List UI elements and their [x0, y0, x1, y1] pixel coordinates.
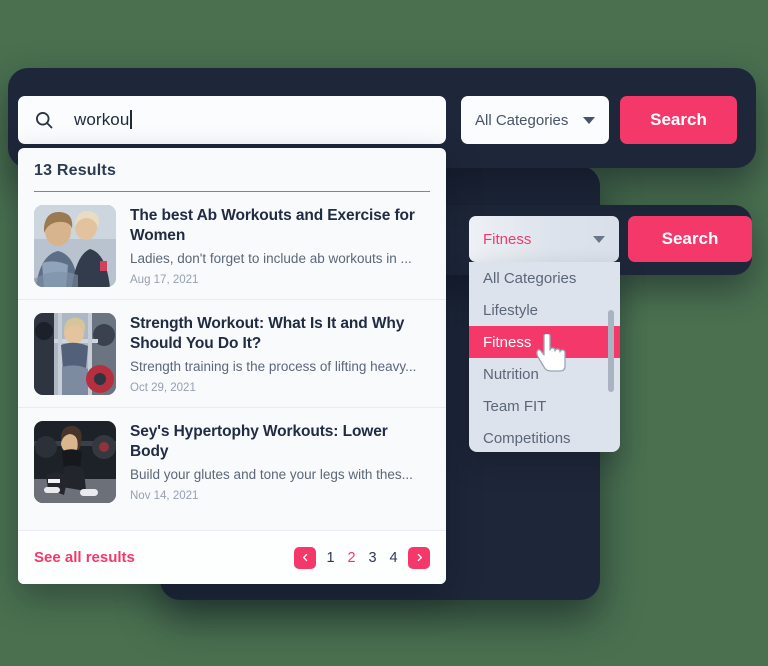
- category-select-secondary[interactable]: Fitness: [469, 216, 619, 262]
- result-thumbnail: [34, 313, 116, 395]
- see-all-results-link[interactable]: See all results: [34, 549, 135, 566]
- search-input-value: workou: [74, 110, 130, 129]
- result-date: Nov 14, 2021: [130, 490, 199, 503]
- list-item[interactable]: The best Ab Workouts and Exercise for Wo…: [18, 192, 446, 299]
- chevron-right-icon: [415, 550, 424, 565]
- pagination-page-1[interactable]: 1: [324, 550, 337, 566]
- search-button-secondary[interactable]: Search: [628, 216, 752, 262]
- result-description: Build your glutes and tone your legs wit…: [130, 467, 413, 483]
- category-option-all-categories[interactable]: All Categories: [469, 262, 620, 294]
- chevron-down-icon: [593, 235, 605, 243]
- result-title[interactable]: Strength Workout: What Is It and Why Sho…: [130, 314, 430, 353]
- category-option-fitness[interactable]: Fitness: [469, 326, 620, 358]
- category-option-team-fit[interactable]: Team FIT: [469, 390, 620, 422]
- search-icon: [34, 110, 54, 130]
- result-date: Oct 29, 2021: [130, 382, 196, 395]
- result-thumbnail: [34, 421, 116, 503]
- search-input[interactable]: workou: [18, 96, 446, 144]
- pagination-next-button[interactable]: [408, 546, 430, 569]
- result-date: Aug 17, 2021: [130, 274, 199, 287]
- text-caret: [130, 110, 132, 129]
- list-item[interactable]: Sey's Hypertophy Workouts: Lower Body Bu…: [18, 407, 446, 515]
- result-text: Strength Workout: What Is It and Why Sho…: [130, 313, 430, 395]
- result-text: Sey's Hypertophy Workouts: Lower Body Bu…: [130, 421, 430, 503]
- pagination: 1 2 3 4: [294, 546, 430, 569]
- pagination-page-2[interactable]: 2: [345, 550, 358, 566]
- result-thumbnail: [34, 205, 116, 287]
- results-list: The best Ab Workouts and Exercise for Wo…: [18, 192, 446, 515]
- category-option-lifestyle[interactable]: Lifestyle: [469, 294, 620, 326]
- chevron-down-icon: [583, 116, 595, 124]
- results-count-label: 13 Results: [34, 162, 117, 179]
- list-item[interactable]: Strength Workout: What Is It and Why Sho…: [18, 299, 446, 407]
- result-title[interactable]: The best Ab Workouts and Exercise for Wo…: [130, 206, 430, 245]
- pagination-page-3[interactable]: 3: [366, 550, 379, 566]
- pagination-prev-button[interactable]: [294, 546, 316, 569]
- results-footer: See all results 1 2 3 4: [18, 530, 446, 584]
- pagination-page-4[interactable]: 4: [387, 550, 400, 566]
- result-description: Ladies, don't forget to include ab worko…: [130, 251, 412, 267]
- category-select-primary[interactable]: All Categories: [461, 96, 609, 144]
- results-header: 13 Results: [18, 148, 446, 192]
- category-dropdown-list: All Categories Lifestyle Fitness Nutriti…: [469, 262, 620, 452]
- category-dropdown-scrollbar[interactable]: [608, 310, 614, 392]
- category-option-nutrition[interactable]: Nutrition: [469, 358, 620, 390]
- category-select-secondary-label: Fitness: [483, 230, 532, 248]
- result-title[interactable]: Sey's Hypertophy Workouts: Lower Body: [130, 422, 430, 461]
- category-select-primary-label: All Categories: [475, 111, 569, 129]
- search-button-primary[interactable]: Search: [620, 96, 737, 144]
- result-text: The best Ab Workouts and Exercise for Wo…: [130, 205, 430, 287]
- search-results-dropdown: 13 Results The best Ab Workouts and Exer…: [18, 148, 446, 584]
- result-description: Strength training is the process of lift…: [130, 359, 417, 375]
- category-option-competitions[interactable]: Competitions: [469, 422, 620, 452]
- chevron-left-icon: [301, 550, 310, 565]
